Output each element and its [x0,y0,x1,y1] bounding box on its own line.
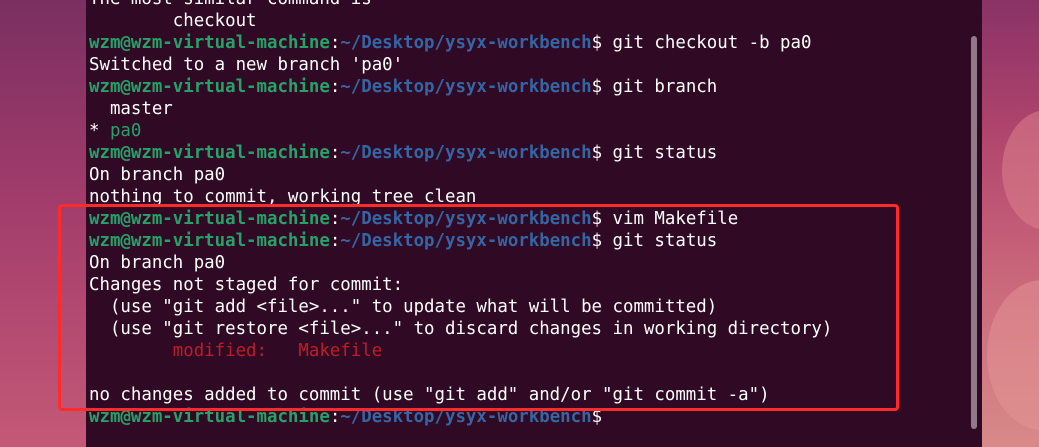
prompt-symbol: $ [591,33,613,53]
command-text: git checkout -b pa0 [612,33,812,53]
output-line: The most similar command is [89,0,832,10]
output-line: Switched to a new branch 'pa0' [89,54,832,76]
terminal-scrollbar[interactable] [971,36,977,429]
prompt-path: ~/Desktop/ysyx-workbench [340,33,592,53]
command-text: git status [612,143,718,163]
output-text: The most similar command is [89,0,372,9]
prompt-path: ~/Desktop/ysyx-workbench [340,143,592,163]
wallpaper-shape [987,280,1039,430]
output-line: master [89,98,832,120]
prompt-separator: : [329,143,341,163]
branch-line: * pa0 [89,120,832,142]
output-text: Switched to a new branch 'pa0' [89,55,404,75]
prompt-user-host: wzm@wzm-virtual-machine [89,33,330,53]
prompt-path: ~/Desktop/ysyx-workbench [340,77,592,97]
output-text: checkout [89,11,257,31]
output-text: On branch pa0 [89,165,226,185]
output-line: checkout [89,10,832,32]
prompt-line: wzm@wzm-virtual-machine:~/Desktop/ysyx-w… [89,76,832,98]
prompt-line: wzm@wzm-virtual-machine:~/Desktop/ysyx-w… [89,142,832,164]
prompt-separator: : [329,33,341,53]
prompt-user-host: wzm@wzm-virtual-machine [89,143,330,163]
prompt-separator: : [329,77,341,97]
prompt-line: wzm@wzm-virtual-machine:~/Desktop/ysyx-w… [89,32,832,54]
prompt-symbol: $ [591,77,613,97]
desktop-background-right [982,0,1039,447]
wallpaper-shape [1002,110,1039,230]
command-text: git branch [612,77,718,97]
output-text: master [89,99,173,119]
output-line: On branch pa0 [89,164,832,186]
highlight-annotation-box [58,204,899,411]
prompt-user-host: wzm@wzm-virtual-machine [89,77,330,97]
prompt-symbol: $ [591,143,613,163]
current-branch-marker: * [89,121,110,141]
current-branch-name: pa0 [109,121,142,141]
